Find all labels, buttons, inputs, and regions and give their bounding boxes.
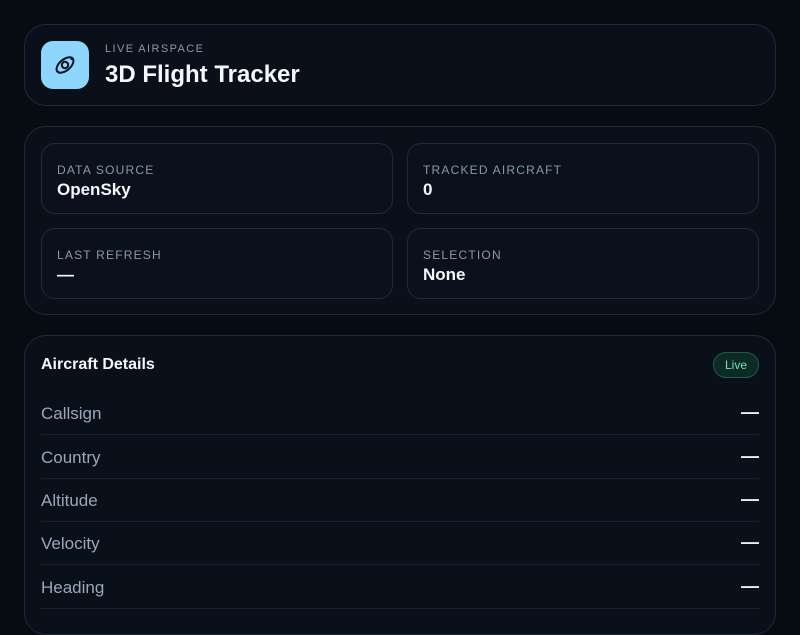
detail-value: — <box>741 532 759 552</box>
detail-label: Country <box>41 448 101 467</box>
detail-row-callsign: Callsign — <box>41 392 759 435</box>
stat-label: TRACKED AIRCRAFT <box>423 163 563 177</box>
page-title: 3D Flight Tracker <box>105 61 300 88</box>
detail-label: Callsign <box>41 404 102 423</box>
app-header: LIVE AIRSPACE 3D Flight Tracker <box>24 24 776 106</box>
detail-label: Heading <box>41 578 105 597</box>
stat-value: 0 <box>423 180 433 199</box>
stat-selection: SELECTION None <box>407 228 759 299</box>
detail-row-velocity: Velocity — <box>41 522 759 565</box>
details-title: Aircraft Details <box>41 356 155 373</box>
stats-panel: DATA SOURCE OpenSky TRACKED AIRCRAFT 0 L… <box>24 126 776 315</box>
orbit-icon <box>41 41 89 89</box>
stat-label: LAST REFRESH <box>57 248 162 262</box>
stat-tracked-aircraft: TRACKED AIRCRAFT 0 <box>407 143 759 214</box>
aircraft-details-panel: Aircraft Details Live Callsign — Country… <box>24 335 776 635</box>
detail-label: Velocity <box>41 534 100 553</box>
detail-value: — <box>741 402 759 422</box>
header-eyebrow: LIVE AIRSPACE <box>105 43 205 55</box>
detail-value: — <box>741 489 759 509</box>
detail-row-heading: Heading — <box>41 566 759 609</box>
live-status-badge: Live <box>712 352 759 378</box>
detail-value: — <box>741 446 759 466</box>
stat-label: SELECTION <box>423 248 502 262</box>
detail-row-altitude: Altitude — <box>41 479 759 522</box>
stat-value: OpenSky <box>57 180 131 199</box>
detail-row-country: Country — <box>41 436 759 479</box>
stat-value: — <box>57 265 74 284</box>
detail-value: — <box>741 576 759 596</box>
stat-label: DATA SOURCE <box>57 163 155 177</box>
stat-value: None <box>423 265 466 284</box>
stat-data-source: DATA SOURCE OpenSky <box>41 143 393 214</box>
stat-last-refresh: LAST REFRESH — <box>41 228 393 299</box>
detail-label: Altitude <box>41 491 98 510</box>
